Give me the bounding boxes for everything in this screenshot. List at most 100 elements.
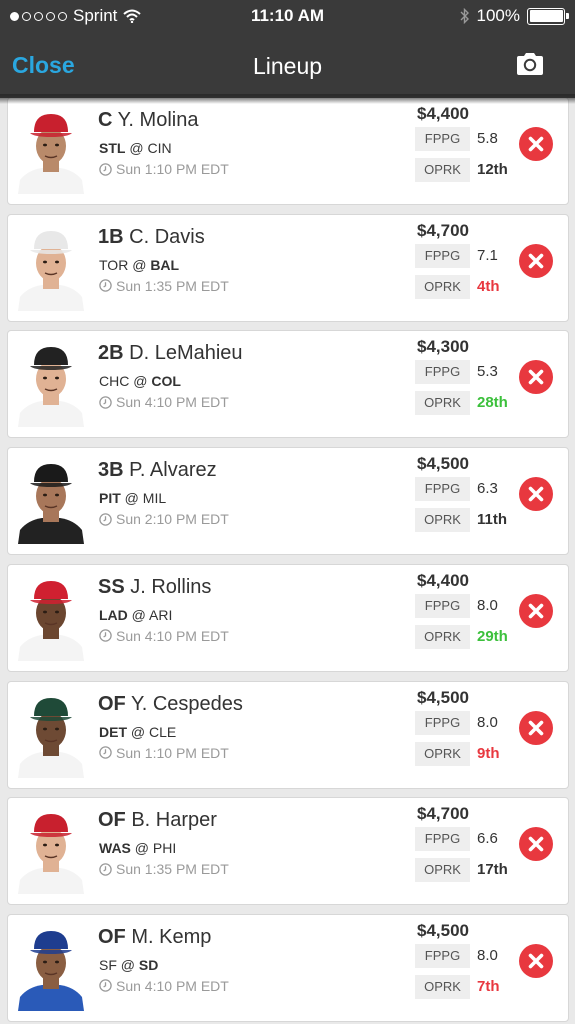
- game-time-text: Sun 4:10 PM EDT: [116, 977, 229, 994]
- close-x-icon: [528, 720, 544, 735]
- team-abbr: WAS: [99, 840, 131, 857]
- close-x-icon: [528, 486, 544, 502]
- matchup: PIT @ MIL: [99, 490, 167, 507]
- opponent-abbr: CLE: [149, 723, 177, 740]
- game-time: Sun 4:10 PM EDT: [99, 394, 229, 410]
- salary: $4,500: [417, 687, 469, 707]
- game-time: Sun 1:35 PM EDT: [99, 278, 229, 294]
- page-title: Lineup: [252, 53, 323, 79]
- player-headshot: [16, 691, 86, 778]
- game-time-text: Sun 4:10 PM EDT: [116, 394, 229, 411]
- remove-player-button[interactable]: [519, 593, 553, 628]
- fppg-badge: FPPG: [415, 710, 470, 735]
- player-name: C. Davis: [129, 225, 205, 248]
- game-time: Sun 1:35 PM EDT: [99, 861, 229, 877]
- oprk-badge: OPRK: [415, 974, 470, 999]
- clock-icon: [99, 862, 112, 876]
- player-position-name: SS J. Rollins: [98, 576, 211, 599]
- remove-player-button[interactable]: [519, 827, 553, 862]
- player-headshot: [16, 224, 86, 311]
- fppg-value: 8.0: [477, 713, 498, 731]
- oprk-value: 12th: [477, 161, 508, 178]
- oprk-badge: OPRK: [415, 274, 470, 299]
- team-abbr: CHC: [99, 373, 130, 390]
- player-headshot: [16, 341, 86, 428]
- remove-player-button[interactable]: [519, 943, 553, 978]
- battery-percent: 100%: [476, 6, 520, 25]
- player-name: D. LeMahieu: [129, 342, 243, 365]
- player-position-name: C Y. Molina: [98, 109, 198, 132]
- top-bar: Sprint 11:10 AM 100% Close Lineup: [0, 0, 575, 98]
- oprk-value: 17th: [477, 861, 508, 879]
- player-name: B. Harper: [131, 809, 217, 832]
- player-card[interactable]: C Y. Molina STL @ CIN Sun 1:10 PM EDT $4,40…: [7, 97, 569, 205]
- oprk-value: 7th: [477, 977, 500, 995]
- salary: $4,700: [417, 804, 469, 824]
- oprk-value: 29th: [477, 627, 508, 645]
- game-time-text: Sun 2:10 PM EDT: [116, 511, 229, 528]
- team-abbr: TOR: [99, 256, 129, 273]
- fppg-badge: FPPG: [415, 127, 470, 151]
- player-position-name: 1B C. Davis: [98, 226, 205, 249]
- player-card[interactable]: OF M. Kemp SF @ SD Sun 4:10 PM EDT $4,500 FP…: [7, 913, 569, 1022]
- game-time-text: Sun 1:35 PM EDT: [116, 277, 229, 294]
- nav-shadow: [0, 94, 575, 104]
- fppg-value: 8.0: [477, 596, 498, 614]
- oprk-badge: OPRK: [415, 624, 470, 649]
- salary: $4,300: [417, 337, 469, 357]
- remove-player-button[interactable]: [519, 477, 553, 512]
- lineup-list[interactable]: C Y. Molina STL @ CIN Sun 1:10 PM EDT $4,40…: [0, 0, 575, 1024]
- game-time: Sun 1:10 PM EDT: [99, 161, 229, 177]
- opponent-abbr: CIN: [147, 140, 172, 156]
- team-abbr: LAD: [99, 606, 128, 623]
- matchup: STL @ CIN: [99, 140, 172, 156]
- player-card[interactable]: 3B P. Alvarez PIT @ MIL Sun 2:10 PM EDT $4,…: [7, 447, 569, 556]
- camera-icon[interactable]: [515, 51, 545, 77]
- clock-icon: [99, 512, 112, 526]
- player-position-name: OF Y. Cespedes: [98, 693, 243, 716]
- clock-icon: [99, 746, 112, 759]
- fppg-badge: FPPG: [415, 943, 470, 968]
- remove-player-button[interactable]: [519, 360, 553, 395]
- opponent-abbr: BAL: [150, 256, 180, 273]
- player-headshot: [16, 924, 86, 1011]
- player-position-name: OF B. Harper: [98, 809, 217, 832]
- player-card[interactable]: 1B C. Davis TOR @ BAL Sun 1:35 PM EDT $4,70…: [7, 213, 569, 322]
- oprk-badge: OPRK: [415, 508, 470, 533]
- player-card[interactable]: SS J. Rollins LAD @ ARI Sun 4:10 PM EDT $4,…: [7, 563, 569, 672]
- player-headshot: [16, 108, 86, 194]
- matchup: TOR @ BAL: [99, 256, 180, 273]
- oprk-value: 28th: [477, 394, 508, 412]
- game-time-text: Sun 4:10 PM EDT: [116, 627, 229, 644]
- game-time-text: Sun 1:10 PM EDT: [116, 744, 229, 761]
- clock-icon: [99, 979, 112, 993]
- player-position: OF: [98, 809, 126, 832]
- player-name: P. Alvarez: [129, 459, 217, 482]
- player-headshot: [16, 574, 86, 661]
- player-position: 3B: [98, 459, 124, 482]
- remove-player-button[interactable]: [519, 243, 553, 278]
- close-x-icon: [528, 836, 544, 852]
- player-card[interactable]: OF Y. Cespedes DET @ CLE Sun 1:10 PM EDT $4…: [7, 680, 569, 789]
- player-card[interactable]: OF B. Harper WAS @ PHI Sun 1:35 PM EDT $4,7…: [7, 797, 569, 906]
- close-x-icon: [528, 253, 544, 268]
- game-time: Sun 4:10 PM EDT: [99, 628, 229, 644]
- fppg-value: 5.8: [477, 130, 498, 147]
- oprk-value: 9th: [477, 744, 500, 762]
- player-card[interactable]: 2B D. LeMahieu CHC @ COL Sun 4:10 PM EDT $4…: [7, 330, 569, 439]
- salary: $4,400: [417, 104, 469, 123]
- remove-player-button[interactable]: [519, 710, 553, 745]
- fppg-value: 6.3: [477, 480, 498, 498]
- fppg-value: 7.1: [477, 246, 498, 264]
- game-time: Sun 2:10 PM EDT: [99, 511, 229, 527]
- opponent-abbr: PHI: [152, 840, 177, 857]
- oprk-badge: OPRK: [415, 391, 470, 416]
- oprk-value: 11th: [477, 511, 508, 529]
- game-time: Sun 4:10 PM EDT: [99, 978, 229, 994]
- close-x-icon: [528, 953, 544, 969]
- remove-player-button[interactable]: [519, 127, 553, 161]
- oprk-badge: OPRK: [415, 158, 470, 182]
- fppg-value: 5.3: [477, 363, 498, 381]
- opponent-abbr: ARI: [149, 606, 173, 623]
- matchup: SF @ SD: [99, 956, 159, 973]
